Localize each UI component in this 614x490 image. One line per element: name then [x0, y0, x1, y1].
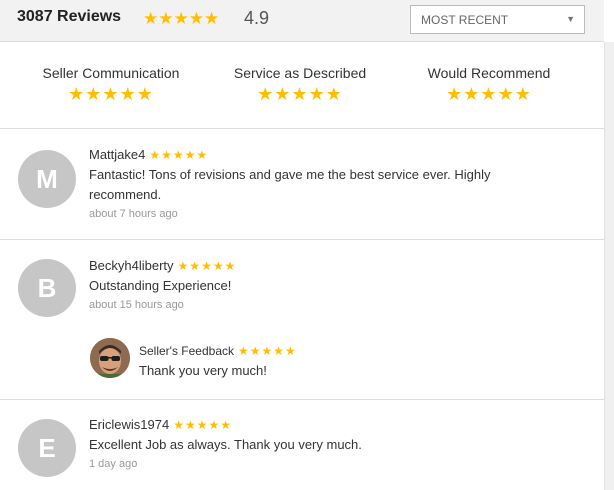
review-item: B Beckyh4liberty ★★★★★ Outstanding Experi… [0, 240, 604, 400]
reviewer-username[interactable]: Beckyh4liberty [89, 258, 174, 273]
review-text: Outstanding Experience! [89, 278, 232, 293]
seller-feedback-label: Seller's Feedback [139, 344, 235, 358]
review-stars: ★★★★★ [173, 418, 232, 432]
rating-breakdown: Seller Communication ★★★★★ Service as De… [0, 42, 604, 129]
reviewer-username[interactable]: Mattjake4 [89, 147, 145, 162]
reviewer-username[interactable]: Ericlewis1974 [89, 417, 169, 432]
rating-stars: ★★★★★ [257, 84, 343, 104]
seller-avatar-image [90, 338, 130, 378]
sort-dropdown[interactable]: MOST RECENT ▼ [410, 5, 585, 34]
avatar[interactable]: M [18, 150, 76, 208]
review-stars: ★★★★★ [177, 259, 237, 273]
overall-star-rating: ★★★★★ [143, 9, 220, 28]
rating-seller-communication: Seller Communication ★★★★★ [21, 65, 201, 105]
rating-name: Service as Described [233, 65, 367, 81]
rating-name: Seller Communication [42, 65, 180, 81]
avatar[interactable]: B [18, 259, 76, 317]
review-timestamp: about 15 hours ago [89, 299, 184, 311]
seller-feedback-header: Seller's Feedback ★★★★★ [139, 344, 297, 358]
review-header: Ericlewis1974 ★★★★★ [89, 417, 232, 432]
review-timestamp: about 7 hours ago [89, 208, 178, 220]
seller-feedback-stars: ★★★★★ [238, 344, 297, 358]
overall-score: 4.9 [244, 8, 270, 28]
review-item: E Ericlewis1974 ★★★★★ Excellent Job as al… [0, 400, 604, 490]
sort-selected-label: MOST RECENT [421, 13, 509, 27]
review-count: 3087 Reviews [17, 8, 122, 25]
review-header: Beckyh4liberty ★★★★★ [89, 258, 236, 273]
review-text: Fantastic! Tons of revisions and gave me… [89, 167, 491, 202]
dropdown-arrow-icon: ▼ [566, 14, 575, 24]
review-header: Mattjake4 ★★★★★ [89, 147, 208, 162]
avatar[interactable]: E [18, 419, 76, 477]
seller-avatar[interactable] [90, 338, 130, 378]
review-text: Excellent Job as always. Thank you very … [89, 437, 362, 452]
review-timestamp: 1 day ago [89, 458, 138, 470]
review-stars: ★★★★★ [149, 148, 209, 162]
review-item: M Mattjake4 ★★★★★ Fantastic! Tons of revi… [0, 129, 604, 240]
seller-feedback-text: Thank you very much! [139, 363, 267, 378]
scrollbar[interactable] [604, 42, 614, 490]
rating-service-as-described: Service as Described ★★★★★ [210, 65, 390, 105]
rating-stars: ★★★★★ [68, 84, 154, 104]
reviews-header: 3087 Reviews ★★★★★ 4.9 MOST RECENT ▼ [0, 0, 604, 42]
rating-name: Would Recommend [427, 65, 551, 81]
rating-would-recommend: Would Recommend ★★★★★ [399, 65, 579, 105]
rating-stars: ★★★★★ [446, 84, 532, 104]
